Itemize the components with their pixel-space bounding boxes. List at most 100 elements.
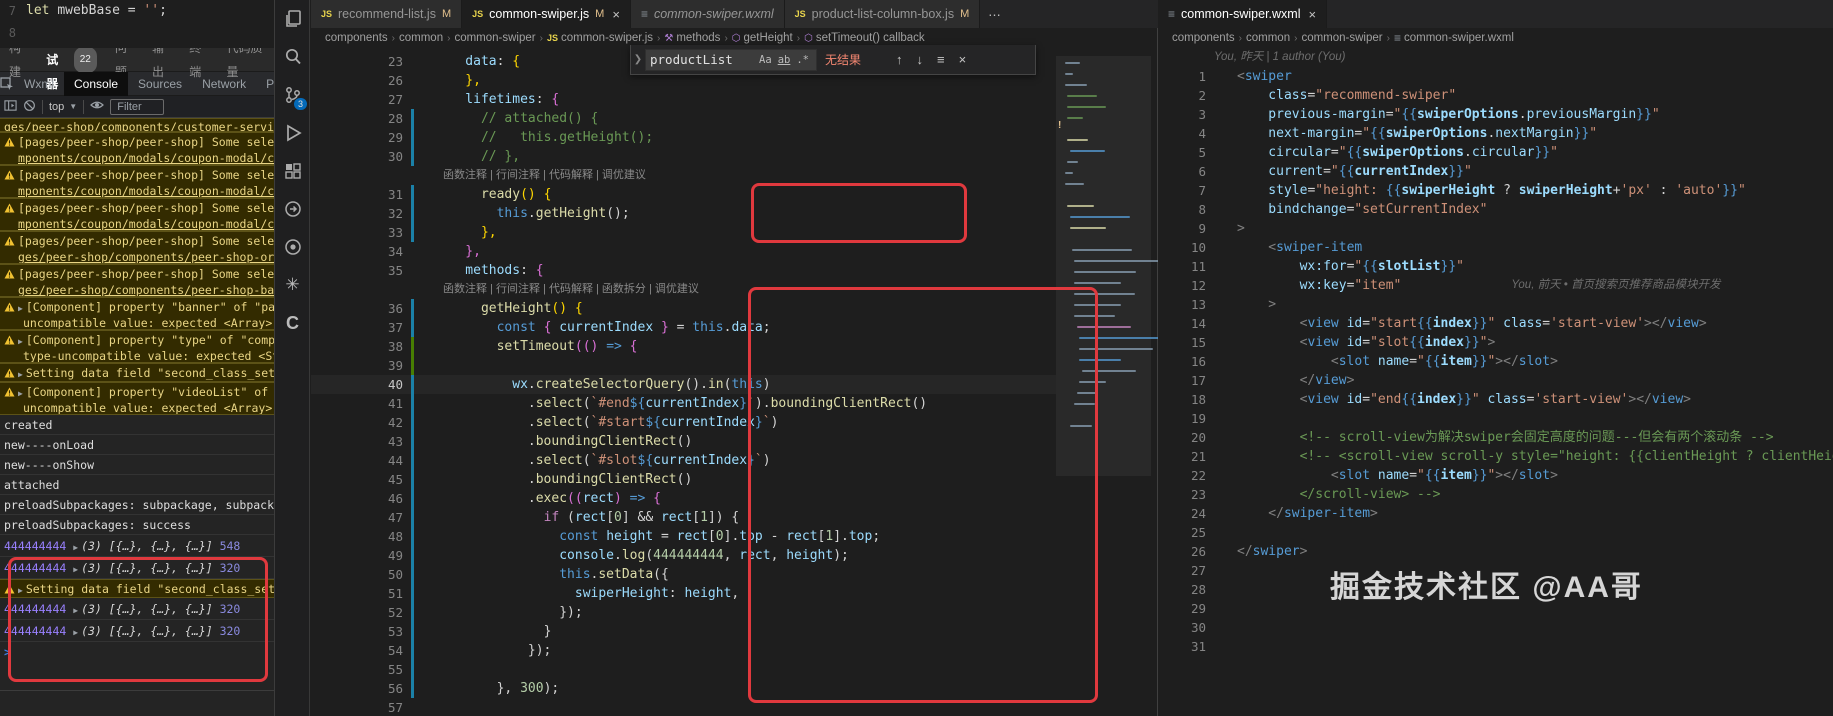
console-row[interactable]: 444444444 ▶(3) [{…}, {…}, {…}] 548 (0, 535, 274, 557)
source-link[interactable]: mponents/coupon/modals/coupon-modal/coup… (18, 184, 274, 198)
code-editor-js[interactable]: 23 data: { 26 }, 27 lifetimes: { 28 // a… (311, 48, 1056, 716)
expand-caret-icon[interactable]: ▶ (73, 565, 78, 574)
console-row[interactable]: [pages/peer-shop/peer-shop] Some selecto… (0, 231, 274, 264)
minimap-slider[interactable] (1056, 56, 1151, 476)
find-input[interactable]: productList Aa ab .* (645, 49, 817, 71)
expand-caret-icon[interactable]: ▶ (73, 543, 78, 552)
search-icon[interactable] (275, 38, 310, 76)
live-share-icon[interactable] (275, 190, 310, 228)
breadcrumb[interactable]: components› common› common-swiper› ≡comm… (1172, 28, 1822, 48)
more-actions-icon[interactable]: ⋯ (988, 7, 1002, 22)
explorer-icon[interactable] (275, 0, 310, 38)
console-sidebar-icon[interactable] (4, 99, 17, 115)
expand-caret-icon[interactable]: ▶ (18, 370, 23, 379)
devtools-tab-构建[interactable]: 构建 (0, 48, 37, 72)
console-row[interactable]: ges/peer-shop/components/customer-servic… (0, 118, 274, 132)
find-next-icon[interactable]: ↓ (910, 52, 931, 67)
regex-icon[interactable]: .* (793, 54, 812, 66)
devtools-tab-问题[interactable]: 问题 (106, 48, 143, 72)
console-row[interactable]: preloadSubpackages: subpackage, subpacka… (0, 495, 274, 515)
console-row[interactable]: attached (0, 475, 274, 495)
breadcrumb-item[interactable]: components (325, 32, 388, 44)
expand-caret-icon[interactable]: ▶ (18, 389, 23, 398)
mini-editor[interactable]: 7let mwebBase = ''; 8 (0, 0, 274, 48)
devtools-tab-输出[interactable]: 输出 (143, 48, 180, 72)
devtools-tab-终端[interactable]: 终端 (180, 48, 217, 72)
console-prompt[interactable]: > (0, 642, 274, 662)
breadcrumb-item[interactable]: ⬡setTimeout() callback (804, 32, 925, 44)
minimap[interactable]: ! (1056, 48, 1151, 578)
console-row[interactable]: 444444444 ▶(3) [{…}, {…}, {…}] 320 (0, 557, 274, 579)
breadcrumb-item[interactable]: ⚒methods (664, 32, 720, 44)
inspector-tab-Network[interactable]: Network (192, 72, 256, 96)
expand-caret-icon[interactable]: ▶ (18, 337, 23, 346)
console-row[interactable]: preloadSubpackages: success (0, 515, 274, 535)
breadcrumb-item[interactable]: common (399, 32, 443, 44)
codelens[interactable]: 函数注释 | 行间注释 | 代码解释 | 函数拆分 | 调优建议 (311, 280, 1056, 299)
editor-tab[interactable]: JSproduct-list-column-box.js M (785, 0, 981, 28)
inspector-tab-Wxml[interactable]: Wxml (14, 72, 64, 96)
console-row[interactable]: ▶[Component] property "type" of "compone… (0, 330, 274, 363)
testing-icon[interactable] (275, 228, 310, 266)
console-row[interactable]: 444444444 ▶(3) [{…}, {…}, {…}] 320 (0, 620, 274, 642)
console-row[interactable]: [pages/peer-shop/peer-shop] Some selecto… (0, 198, 274, 231)
console-row[interactable]: [pages/peer-shop/peer-shop] Some selecto… (0, 132, 274, 165)
find-prev-icon[interactable]: ↑ (889, 52, 910, 67)
expand-caret-icon[interactable]: ▶ (18, 586, 23, 595)
expand-caret-icon[interactable]: ▶ (18, 304, 23, 313)
inspector-tab-Sources[interactable]: Sources (128, 72, 192, 96)
inspector-tab-Console[interactable]: Console (64, 72, 128, 96)
console-row[interactable]: [pages/peer-shop/peer-shop] Some selecto… (0, 264, 274, 297)
extensions-icon[interactable] (275, 152, 310, 190)
code-editor-wxml[interactable]: You, 昨天 | 1 author (You) 1 <swiper 2 cla… (1158, 48, 1833, 716)
editor-tab[interactable]: JScommon-swiper.js M × (462, 0, 631, 28)
codelens[interactable]: 函数注释 | 行间注释 | 代码解释 | 调优建议 (311, 166, 1056, 185)
breadcrumb-item[interactable]: common (1246, 32, 1290, 44)
console-row[interactable]: new----onLoad (0, 435, 274, 455)
editor-tab[interactable]: JSrecommend-list.js M (311, 0, 462, 28)
devtools-tab-调试器[interactable]: 调试器22 (37, 48, 106, 72)
expand-caret-icon[interactable]: ▶ (73, 606, 78, 615)
source-control-icon[interactable]: 3 (275, 76, 310, 114)
debug-icon[interactable] (275, 114, 310, 152)
close-icon[interactable]: × (612, 7, 620, 22)
console-row[interactable]: ▶Setting data field "second_class_set" t… (0, 579, 274, 598)
devtools-tab-代码质量[interactable]: 代码质量 (218, 48, 274, 72)
inspect-element-icon[interactable] (0, 72, 14, 96)
openai-icon[interactable]: ✳ (275, 266, 310, 304)
console-row[interactable]: created (0, 415, 274, 435)
source-link[interactable]: ges/peer-shop/components/customer-servic… (4, 120, 274, 132)
find-close-icon[interactable]: × (952, 52, 974, 67)
source-link[interactable]: mponents/coupon/modals/coupon-modal/coup… (18, 217, 274, 231)
editor-tab[interactable]: ≡common-swiper.wxml (631, 0, 785, 28)
match-case-icon[interactable]: Aa (756, 54, 775, 66)
console-row[interactable]: ▶[Component] property "videoList" of "pa… (0, 382, 274, 415)
source-link[interactable]: ges/peer-shop/components/peer-shop-banne… (18, 283, 274, 297)
console-row[interactable]: [pages/peer-shop/peer-shop] Some selecto… (0, 165, 274, 198)
console-row[interactable]: new----onShow (0, 455, 274, 475)
close-icon[interactable]: × (1308, 7, 1316, 22)
console-row[interactable]: 444444444 ▶(3) [{…}, {…}, {…}] 320 (0, 598, 274, 620)
source-link[interactable]: ges/peer-shop/components/peer-shop-order… (18, 250, 274, 264)
breadcrumb-item[interactable]: common-swiper (1301, 32, 1382, 44)
find-in-selection-icon[interactable]: ≡ (930, 52, 952, 67)
breadcrumb-item[interactable]: JScommon-swiper.js (547, 32, 653, 44)
breadcrumb-item[interactable]: common-swiper (454, 32, 535, 44)
whole-word-icon[interactable]: ab (775, 54, 794, 66)
breadcrumb-item[interactable]: ⬡getHeight (732, 32, 793, 44)
live-expression-eye-icon[interactable] (90, 99, 104, 114)
find-expand-chevron-icon[interactable]: ❯ (631, 54, 645, 65)
expand-caret-icon[interactable]: ▶ (73, 628, 78, 637)
context-dropdown[interactable]: top ▼ (49, 101, 77, 113)
inspector-tab-Perf[interactable]: Perf (256, 72, 275, 96)
clear-console-icon[interactable] (23, 99, 36, 115)
breadcrumb-item[interactable]: components (1172, 32, 1235, 44)
editor-tab[interactable]: ≡common-swiper.wxml × (1158, 0, 1327, 28)
console-filter-input[interactable]: Filter (110, 99, 164, 115)
ai-c-icon[interactable]: C (275, 304, 310, 342)
console-row[interactable]: ▶Setting data field "second_class_set" t… (0, 363, 274, 382)
console-row[interactable]: ▶[Component] property "banner" of "pages… (0, 297, 274, 330)
breadcrumb-item[interactable]: ≡common-swiper.wxml (1394, 31, 1514, 45)
console-log-list[interactable]: ges/peer-shop/components/customer-servic… (0, 118, 274, 662)
source-link[interactable]: mponents/coupon/modals/coupon-modal/char… (18, 151, 274, 165)
